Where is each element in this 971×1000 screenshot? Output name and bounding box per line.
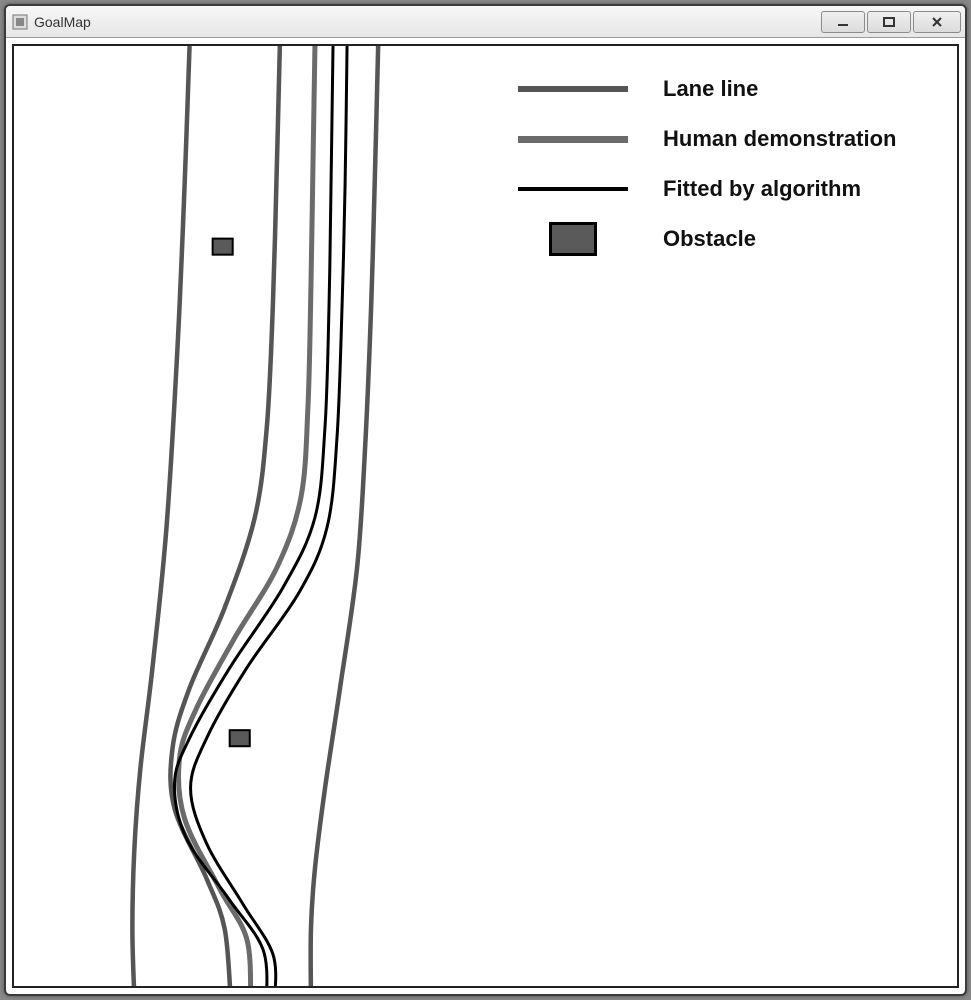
legend-label-obstacle: Obstacle: [643, 226, 933, 252]
legend-row-fit: Fitted by algorithm: [503, 164, 933, 214]
maximize-button[interactable]: [867, 11, 911, 33]
map-canvas-frame: Lane line Human demonstration Fitted by …: [12, 44, 959, 988]
legend-swatch-human: [503, 136, 643, 143]
obstacle-1: [230, 730, 250, 746]
human-demo-layer: [178, 46, 315, 988]
path-lane-left: [132, 46, 189, 988]
legend-label-fit: Fitted by algorithm: [643, 176, 933, 202]
legend-swatch-fit: [503, 187, 643, 191]
close-icon: [929, 16, 945, 28]
app-icon: [12, 14, 28, 30]
path-human-demo: [178, 46, 315, 988]
fitted-layer: [174, 46, 347, 988]
window-title: GoalMap: [34, 14, 819, 30]
legend-row-human: Human demonstration: [503, 114, 933, 164]
titlebar[interactable]: GoalMap: [6, 6, 965, 38]
legend: Lane line Human demonstration Fitted by …: [503, 64, 933, 264]
obstacle-0: [213, 239, 233, 255]
path-lane-center: [170, 46, 279, 988]
minimize-button[interactable]: [821, 11, 865, 33]
legend-label-lane: Lane line: [643, 76, 933, 102]
fit-line-icon: [518, 187, 628, 191]
obstacle-box-icon: [549, 222, 597, 256]
legend-row-obstacle: Obstacle: [503, 214, 933, 264]
legend-swatch-lane: [503, 86, 643, 92]
minimize-icon: [835, 16, 851, 28]
lane-line-icon: [518, 86, 628, 92]
legend-row-lane: Lane line: [503, 64, 933, 114]
app-window: GoalMap Lane line: [4, 4, 967, 996]
human-line-icon: [518, 136, 628, 143]
lane-lines-layer: [132, 46, 378, 988]
legend-swatch-obstacle: [503, 222, 643, 256]
path-fitted-b: [191, 46, 347, 988]
window-controls: [819, 11, 961, 33]
maximize-icon: [881, 16, 897, 28]
legend-label-human: Human demonstration: [643, 126, 933, 152]
close-button[interactable]: [913, 11, 961, 33]
